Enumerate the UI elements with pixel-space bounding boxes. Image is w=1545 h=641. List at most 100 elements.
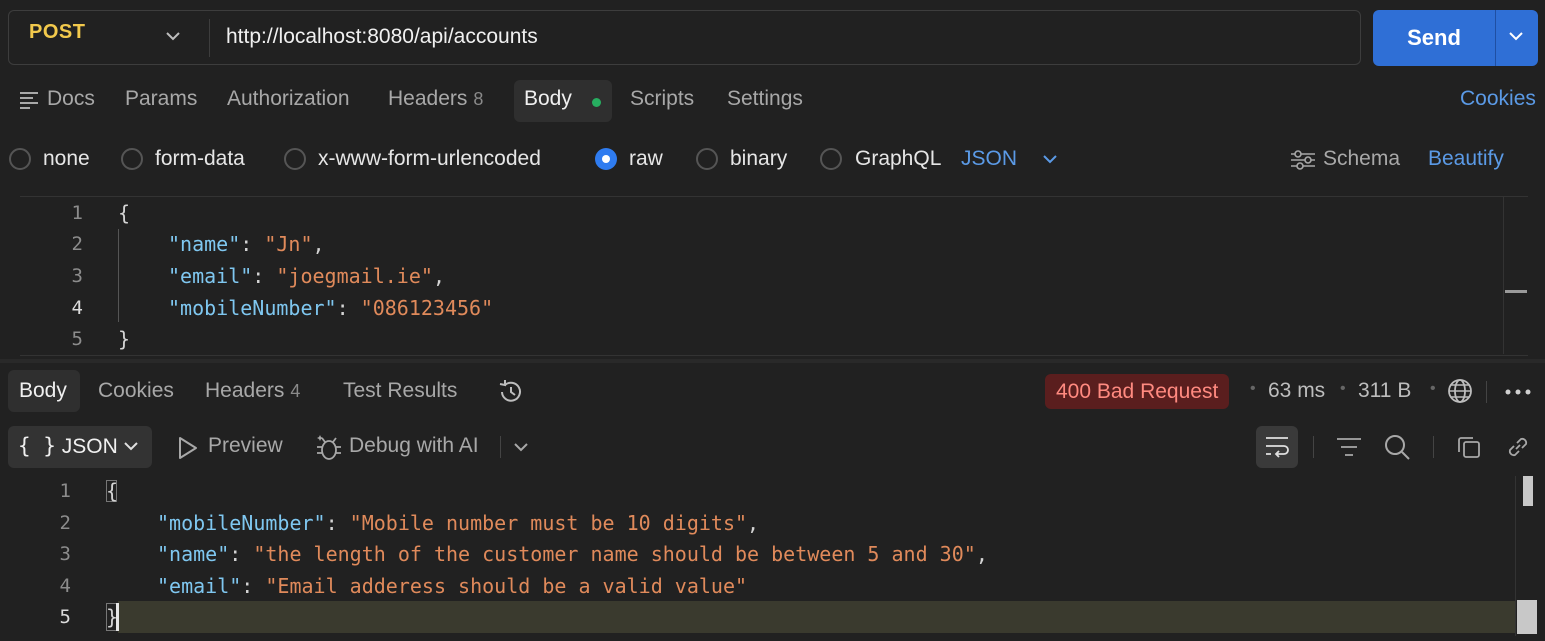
tab-headers[interactable]: Headers 8 bbox=[388, 87, 483, 111]
json-value: "the length of the customer name should … bbox=[253, 542, 976, 566]
chevron-down-icon[interactable] bbox=[166, 31, 180, 41]
scrollbar-thumb[interactable] bbox=[1523, 476, 1533, 506]
ai-bug-icon[interactable] bbox=[314, 433, 344, 463]
response-tab-cookies[interactable]: Cookies bbox=[98, 379, 174, 403]
code-line: "email": "joegmail.ie", bbox=[168, 264, 445, 288]
radio-form-data[interactable] bbox=[121, 148, 143, 170]
code-line: } bbox=[118, 327, 131, 351]
separator-dot: • bbox=[1250, 380, 1256, 397]
json-key: "email" bbox=[157, 574, 242, 598]
json-key: "name" bbox=[168, 232, 241, 256]
tab-headers-label: Headers bbox=[388, 87, 468, 110]
radio-graphql[interactable] bbox=[820, 148, 842, 170]
line-number: 1 bbox=[71, 202, 83, 224]
send-button[interactable]: Send bbox=[1373, 10, 1495, 66]
code-line: "name": "Jn", bbox=[168, 232, 325, 256]
line-number: 2 bbox=[59, 512, 71, 534]
code-line: "name": "the length of the customer name… bbox=[157, 542, 988, 566]
radio-binary[interactable] bbox=[696, 148, 718, 170]
line-number: 4 bbox=[59, 575, 71, 597]
wrap-lines-button[interactable] bbox=[1256, 426, 1298, 468]
beautify-button[interactable]: Beautify bbox=[1428, 147, 1504, 171]
response-size[interactable]: 311 B bbox=[1358, 379, 1411, 403]
separator-dot: • bbox=[1430, 380, 1436, 397]
filter-icon[interactable] bbox=[1335, 436, 1363, 458]
search-icon[interactable] bbox=[1383, 433, 1411, 461]
code-line: "mobileNumber": "Mobile number must be 1… bbox=[157, 511, 760, 535]
schema-icon[interactable] bbox=[1289, 149, 1317, 171]
tab-params[interactable]: Params bbox=[125, 87, 197, 111]
raw-format-select[interactable]: JSON bbox=[961, 147, 1017, 171]
copy-icon[interactable] bbox=[1456, 434, 1482, 460]
url-bar: POST http://localhost:8080/api/accounts bbox=[8, 10, 1361, 65]
tab-scripts[interactable]: Scripts bbox=[630, 87, 694, 111]
line-number: 3 bbox=[59, 543, 71, 565]
radio-graphql-label: GraphQL bbox=[855, 147, 942, 170]
text-cursor bbox=[116, 603, 119, 631]
tab-settings[interactable]: Settings bbox=[727, 87, 803, 111]
radio-urlencoded-label: x-www-form-urlencoded bbox=[318, 147, 541, 170]
body-modified-dot bbox=[592, 98, 601, 107]
chevron-down-icon[interactable] bbox=[1043, 154, 1057, 164]
docs-icon bbox=[19, 91, 39, 109]
send-options-chevron-icon[interactable] bbox=[1508, 30, 1524, 42]
scrollbar-marker bbox=[1517, 600, 1537, 634]
divider bbox=[1486, 381, 1487, 403]
code-line: { bbox=[106, 479, 119, 503]
headers-count: 4 bbox=[290, 381, 301, 401]
line-number: 1 bbox=[59, 480, 71, 502]
line-number: 5 bbox=[59, 606, 71, 628]
json-value: "Jn" bbox=[264, 232, 313, 256]
send-button-group: Send bbox=[1373, 10, 1538, 66]
editor-scrollbar[interactable] bbox=[1503, 196, 1529, 354]
response-format-label: { } JSON bbox=[18, 434, 118, 458]
code-line: "mobileNumber": "086123456" bbox=[168, 296, 494, 320]
method-selector[interactable]: POST bbox=[29, 21, 85, 44]
json-value: "Mobile number must be 10 digits" bbox=[349, 511, 748, 535]
more-options-icon[interactable] bbox=[1504, 388, 1532, 396]
divider bbox=[1313, 436, 1314, 458]
preview-button[interactable]: Preview bbox=[208, 434, 283, 458]
radio-binary-label: binary bbox=[730, 147, 788, 170]
url-input[interactable]: http://localhost:8080/api/accounts bbox=[226, 25, 538, 49]
divider bbox=[1495, 10, 1496, 66]
cookies-link[interactable]: Cookies bbox=[1460, 87, 1536, 111]
radio-urlencoded[interactable] bbox=[284, 148, 306, 170]
play-icon[interactable] bbox=[176, 435, 200, 461]
globe-icon[interactable] bbox=[1447, 378, 1473, 404]
radio-raw[interactable] bbox=[595, 148, 617, 170]
status-badge[interactable]: 400 Bad Request bbox=[1045, 374, 1230, 409]
tab-authorization[interactable]: Authorization bbox=[227, 87, 350, 111]
history-icon[interactable] bbox=[497, 378, 525, 406]
braces-icon: { } bbox=[18, 434, 56, 458]
schema-button[interactable]: Schema bbox=[1323, 147, 1400, 171]
radio-form-data-label: form-data bbox=[155, 147, 245, 170]
json-value: "joegmail.ie" bbox=[276, 264, 433, 288]
separator-dot: • bbox=[1340, 380, 1346, 397]
link-icon[interactable] bbox=[1505, 434, 1531, 460]
chevron-down-icon[interactable] bbox=[514, 442, 528, 452]
indent-guide bbox=[118, 229, 119, 322]
tab-docs[interactable]: Docs bbox=[47, 87, 95, 111]
debug-with-ai-button[interactable]: Debug with AI bbox=[349, 434, 479, 458]
json-value: "Email adderess should be a valid value" bbox=[265, 574, 748, 598]
radio-none-label: none bbox=[43, 147, 90, 170]
response-tab-headers[interactable]: Headers 4 bbox=[205, 379, 300, 403]
tab-body[interactable]: Body bbox=[524, 87, 572, 111]
response-tab-body[interactable]: Body bbox=[19, 379, 67, 403]
response-tab-test-results[interactable]: Test Results bbox=[343, 379, 457, 403]
code-line: { bbox=[118, 201, 131, 225]
scrollbar-thumb[interactable] bbox=[1505, 290, 1527, 293]
wrap-lines-icon bbox=[1264, 435, 1290, 459]
chevron-down-icon[interactable] bbox=[124, 441, 138, 451]
editor-scrollbar[interactable] bbox=[1515, 476, 1516, 636]
headers-count: 8 bbox=[473, 89, 484, 109]
line-number: 2 bbox=[71, 233, 83, 255]
radio-none[interactable] bbox=[9, 148, 31, 170]
pane-splitter[interactable] bbox=[0, 359, 1545, 363]
divider bbox=[209, 19, 210, 57]
code-line: "email": "Email adderess should be a val… bbox=[157, 574, 748, 598]
response-time[interactable]: 63 ms bbox=[1268, 379, 1325, 403]
json-key: "mobileNumber" bbox=[157, 511, 326, 535]
divider bbox=[1433, 436, 1434, 458]
